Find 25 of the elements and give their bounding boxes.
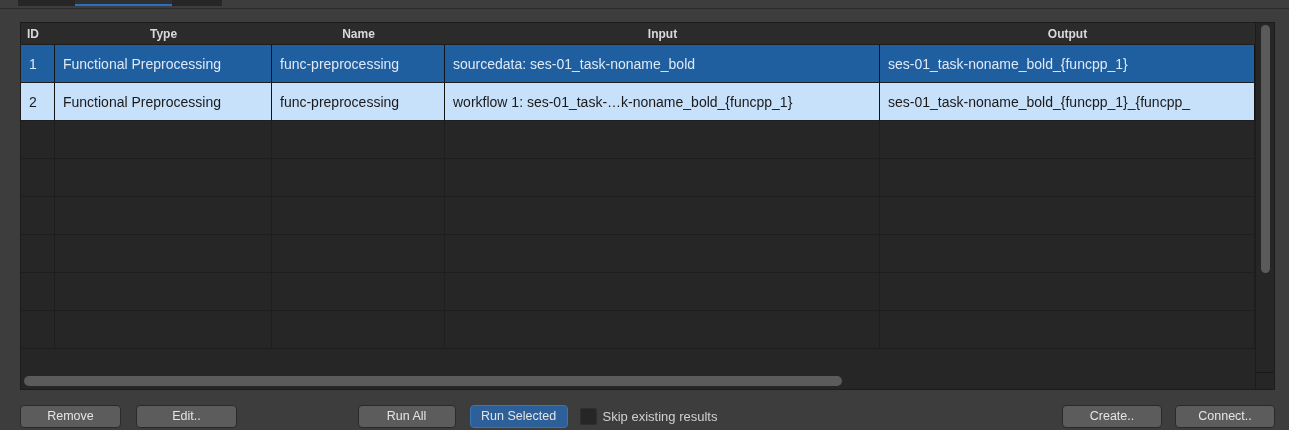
scrollbar-thumb[interactable] xyxy=(24,376,842,386)
table-cell: Functional Preprocessing xyxy=(55,83,272,121)
table-cell: workflow 1: ses-01_task-…k-noname_bold_{funcpp_1} xyxy=(445,83,880,121)
column-header[interactable]: ID xyxy=(21,23,55,45)
table-cell: ses-01_task-noname_bold_{funcpp_1} xyxy=(880,45,1255,83)
button[interactable]: Edit.. xyxy=(136,404,237,428)
column-header[interactable]: Input xyxy=(445,23,880,45)
table-cell: sourcedata: ses-01_task-noname_bold xyxy=(445,45,880,83)
table-cell: 1 xyxy=(21,45,55,83)
tab[interactable] xyxy=(75,0,172,6)
button[interactable]: Create.. xyxy=(1062,404,1162,428)
column-header[interactable]: Type xyxy=(55,23,272,45)
table-cell: func-preprocessing xyxy=(272,45,445,83)
table-cell: func-preprocessing xyxy=(272,83,445,121)
scrollbar-thumb[interactable] xyxy=(1260,25,1270,273)
table-cell: 2 xyxy=(21,83,55,121)
button[interactable]: Run Selected xyxy=(469,404,568,428)
column-header[interactable]: Name xyxy=(272,23,445,45)
table-cell: Functional Preprocessing xyxy=(55,45,272,83)
button[interactable]: Run All xyxy=(357,404,456,428)
checkbox-label[interactable]: Skip existing results xyxy=(602,408,718,424)
button[interactable]: Connect.. xyxy=(1175,404,1275,428)
button[interactable]: Remove xyxy=(20,404,121,428)
table-cell: ses-01_task-noname_bold_{funcpp_1}_{funcpp_ xyxy=(880,83,1255,121)
column-header[interactable]: Output xyxy=(880,23,1255,45)
